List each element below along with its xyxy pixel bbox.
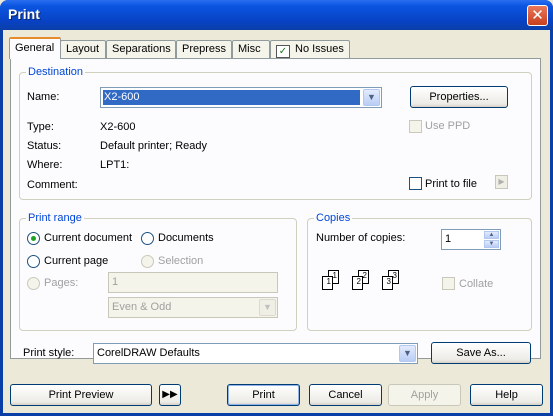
tab-separations[interactable]: Separations bbox=[106, 40, 176, 59]
collate-pages-icon: 1 1 2 2 3 3 bbox=[316, 262, 416, 302]
selection-radio[interactable] bbox=[141, 255, 154, 268]
group-label: Destination bbox=[26, 66, 86, 78]
destination-group: Destination Name: X2-600 ▼ Properties...… bbox=[19, 66, 532, 200]
copies-value: 1 bbox=[445, 233, 452, 245]
comment-label: Comment: bbox=[27, 179, 78, 191]
print-dialog: Print ✕ General Layout Separations Prepr… bbox=[0, 0, 553, 416]
type-label: Type: bbox=[27, 121, 54, 133]
page-icon: 2 bbox=[352, 276, 363, 290]
print-preview-button[interactable]: Print Preview bbox=[10, 384, 152, 406]
pages-value: 1 bbox=[112, 276, 119, 288]
help-button[interactable]: Help bbox=[470, 384, 543, 406]
print-style-value: CorelDRAW Defaults bbox=[97, 347, 200, 359]
fast-forward-icon[interactable]: ▶▶ bbox=[159, 384, 181, 406]
tab-label: Layout bbox=[66, 43, 100, 55]
general-tab-panel: Destination Name: X2-600 ▼ Properties...… bbox=[10, 58, 541, 364]
name-label: Name: bbox=[27, 91, 60, 103]
group-label: Print range bbox=[26, 212, 84, 224]
print-style-dropdown[interactable]: CorelDRAW Defaults ▼ bbox=[93, 343, 418, 364]
print-to-file-label: Print to file bbox=[425, 178, 477, 190]
tab-label: No Issues bbox=[295, 43, 344, 55]
window-title: Print bbox=[8, 6, 40, 22]
chevron-down-icon[interactable]: ▼ bbox=[363, 89, 380, 106]
copies-group: Copies Number of copies: 1 ▲ ▼ 1 1 2 2 3… bbox=[307, 212, 532, 331]
current-document-radio[interactable] bbox=[27, 232, 40, 245]
current-page-radio[interactable] bbox=[27, 255, 40, 268]
tab-label: General bbox=[15, 42, 55, 54]
page-icon: 3 bbox=[382, 276, 393, 290]
use-ppd-checkbox[interactable] bbox=[409, 120, 422, 133]
printer-name-value: X2-600 bbox=[104, 91, 140, 103]
collate-label: Collate bbox=[459, 278, 494, 290]
page-icon: 1 bbox=[322, 276, 333, 290]
print-button[interactable]: Print bbox=[227, 384, 300, 406]
tab-prepress[interactable]: Prepress bbox=[176, 40, 232, 59]
collate-checkbox[interactable] bbox=[442, 277, 455, 290]
apply-button[interactable]: Apply bbox=[388, 384, 461, 406]
status-value: Default printer; Ready bbox=[100, 140, 207, 152]
shield-check-icon: ✓ bbox=[276, 45, 290, 58]
tab-no-issues[interactable]: ✓ No Issues bbox=[270, 40, 350, 59]
chevron-down-icon[interactable]: ▼ bbox=[259, 299, 276, 316]
save-as-button[interactable]: Save As... bbox=[431, 342, 531, 364]
current-document-label: Current document bbox=[44, 232, 133, 244]
chevron-down-icon[interactable]: ▼ bbox=[399, 345, 416, 362]
selection-label: Selection bbox=[158, 255, 204, 267]
number-of-copies-label: Number of copies: bbox=[316, 232, 406, 244]
documents-radio[interactable] bbox=[141, 232, 154, 245]
title-bar[interactable]: Print ✕ bbox=[0, 0, 553, 30]
tab-general[interactable]: General bbox=[9, 37, 61, 59]
where-label: Where: bbox=[27, 159, 63, 171]
close-button[interactable]: ✕ bbox=[527, 5, 548, 26]
tab-label: Misc bbox=[238, 43, 261, 55]
tab-label: Separations bbox=[112, 43, 171, 55]
use-ppd-label: Use PPD bbox=[425, 120, 471, 132]
documents-label: Documents bbox=[158, 232, 214, 244]
current-page-label: Current page bbox=[44, 255, 109, 267]
print-range-group: Print range Current document Documents C… bbox=[19, 212, 297, 331]
where-value: LPT1: bbox=[100, 159, 130, 171]
printer-name-dropdown[interactable]: X2-600 ▼ bbox=[100, 87, 382, 108]
group-label: Copies bbox=[314, 212, 353, 224]
arrow-right-icon[interactable]: ▶ bbox=[495, 175, 508, 189]
properties-button[interactable]: Properties... bbox=[410, 86, 508, 108]
odd-even-dropdown[interactable]: Even & Odd ▼ bbox=[108, 297, 278, 318]
pages-input[interactable]: 1 bbox=[108, 272, 278, 293]
selection-highlight bbox=[103, 90, 360, 105]
tab-layout[interactable]: Layout bbox=[60, 40, 106, 59]
print-to-file-checkbox[interactable] bbox=[409, 177, 422, 190]
odd-even-value: Even & Odd bbox=[112, 301, 172, 313]
status-label: Status: bbox=[27, 140, 62, 152]
dialog-body: General Layout Separations Prepress Misc… bbox=[3, 30, 550, 413]
spin-down-icon[interactable]: ▼ bbox=[484, 240, 499, 248]
pages-radio[interactable] bbox=[27, 277, 40, 290]
print-style-label: Print style: bbox=[23, 347, 75, 359]
spin-up-icon[interactable]: ▲ bbox=[484, 231, 499, 239]
tab-misc[interactable]: Misc bbox=[232, 40, 270, 59]
tab-label: Prepress bbox=[182, 43, 227, 55]
cancel-button[interactable]: Cancel bbox=[309, 384, 382, 406]
pages-label: Pages: bbox=[44, 277, 79, 289]
type-value: X2-600 bbox=[100, 121, 136, 133]
copies-spinner[interactable]: 1 ▲ ▼ bbox=[441, 229, 501, 250]
